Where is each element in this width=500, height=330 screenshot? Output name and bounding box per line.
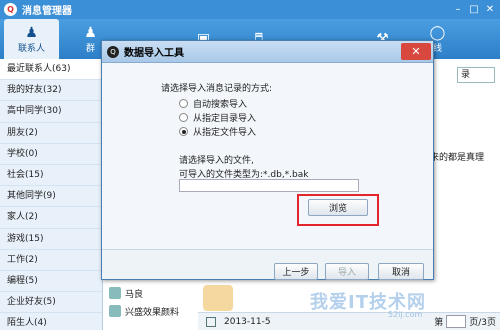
watermark-url: 52ij.com xyxy=(388,310,423,319)
calendar-icon[interactable] xyxy=(206,316,216,327)
avatar xyxy=(109,305,121,317)
sidebar-item-programming[interactable]: 编程(5) xyxy=(0,271,102,293)
option-from-directory[interactable]: 从指定目录导入 xyxy=(179,111,256,124)
page-number-input[interactable] xyxy=(446,315,467,328)
online-icon: ◯ xyxy=(429,24,446,41)
dialog-titlebar: Q 数据导入工具 ✕ xyxy=(102,41,433,63)
option-from-file[interactable]: 从指定文件导入 xyxy=(179,125,256,138)
radio-button[interactable] xyxy=(179,99,188,108)
sidebar-item-society[interactable]: 社会(15) xyxy=(0,165,102,187)
sidebar-item-work[interactable]: 工作(2) xyxy=(0,250,102,271)
dialog-title: 数据导入工具 xyxy=(124,48,184,59)
page-count: 页/3页 xyxy=(469,318,496,328)
option-label: 自动搜索导入 xyxy=(193,100,248,110)
history-pager-bar: 2013-11-5 第 页/3页 xyxy=(198,312,500,330)
sidebar-item-recent[interactable]: 最近联系人(63) xyxy=(0,59,102,81)
sidebar-item-pals[interactable]: 朋友(2) xyxy=(0,123,102,144)
sidebar-item-friends[interactable]: 我的好友(32) xyxy=(0,80,102,102)
qq-penguin-icon: Q xyxy=(107,45,119,58)
file-path-input[interactable] xyxy=(179,179,359,192)
sidebar-item-classmates[interactable]: 其他同学(9) xyxy=(0,186,102,208)
close-icon[interactable]: ✕ xyxy=(483,2,497,16)
sidebar-item-games[interactable]: 游戏(15) xyxy=(0,229,102,250)
contact-name: 兴盛效果颜料 xyxy=(125,307,180,318)
sidebar-item-business[interactable]: 企业好友(5) xyxy=(0,292,102,314)
qq-penguin-icon: Q xyxy=(4,3,17,16)
history-date: 2013-11-5 xyxy=(224,316,271,327)
contact-item[interactable]: 马良 xyxy=(109,285,143,301)
sidebar-item-school[interactable]: 学校(0) xyxy=(0,144,102,165)
avatar xyxy=(109,287,121,299)
contact-group-sidebar: 最近联系人(63) 我的好友(32) 高中同学(30) 朋友(2) 学校(0) … xyxy=(0,59,103,330)
group-icon: ♟ xyxy=(84,24,97,41)
import-dialog: Q 数据导入工具 ✕ 请选择导入消息记录的方式: 自动搜索导入 从指定目录导入 … xyxy=(101,40,434,280)
sidebar-item-strangers[interactable]: 陌生人(4) xyxy=(0,313,102,330)
message-preview-text: 来的都是真理 xyxy=(430,153,485,163)
tab-label: 群 xyxy=(85,43,95,54)
window-controls: – □ ✕ xyxy=(451,2,497,16)
option-label: 从指定目录导入 xyxy=(193,114,257,124)
option-label: 从指定文件导入 xyxy=(193,128,257,138)
minimize-icon[interactable]: – xyxy=(451,2,465,16)
browse-button[interactable]: 浏览 xyxy=(308,199,368,216)
file-prompt: 请选择导入的文件, xyxy=(179,156,254,166)
option-auto-search[interactable]: 自动搜索导入 xyxy=(179,97,247,110)
contact-name: 马良 xyxy=(125,289,144,300)
person-icon: ♟ xyxy=(25,24,38,41)
dialog-close-button[interactable]: ✕ xyxy=(401,43,431,60)
tab-label: 线 xyxy=(432,43,442,54)
emoticon-thumbnail xyxy=(203,285,233,311)
record-filter-select[interactable]: 录 xyxy=(457,67,495,83)
sidebar-item-family[interactable]: 家人(2) xyxy=(0,207,102,229)
import-button[interactable]: 导入 xyxy=(325,263,369,280)
tab-label: 联系人 xyxy=(17,43,45,54)
maximize-icon[interactable]: □ xyxy=(467,2,481,16)
radio-button[interactable] xyxy=(179,113,188,122)
import-method-prompt: 请选择导入消息记录的方式: xyxy=(161,84,273,94)
contact-item[interactable]: 兴盛效果颜料 xyxy=(109,303,179,319)
radio-button-selected[interactable] xyxy=(179,127,188,136)
prev-step-button[interactable]: 上一步 xyxy=(274,263,318,280)
window-titlebar: Q 消息管理器 – □ ✕ xyxy=(0,0,500,19)
page-label: 第 xyxy=(434,318,444,328)
app-title: 消息管理器 xyxy=(22,6,72,17)
cancel-button[interactable]: 取消 xyxy=(378,263,424,280)
sidebar-item-highschool[interactable]: 高中同学(30) xyxy=(0,101,102,123)
tab-contacts[interactable]: ♟ 联系人 xyxy=(4,19,59,59)
